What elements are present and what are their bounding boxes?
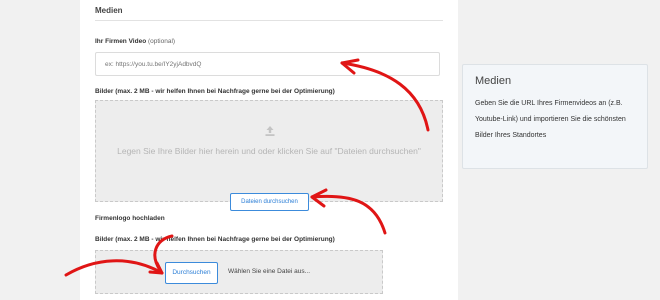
logo-upload-label: Firmenlogo hochladen bbox=[95, 215, 165, 222]
images-field-label: Bilder (max. 2 MB - wir helfen Ihnen bei… bbox=[95, 88, 335, 95]
media-form-panel: Medien Ihr Firmen Video (optional) Bilde… bbox=[80, 0, 458, 300]
video-optional-text: (optional) bbox=[147, 38, 176, 45]
browse-button[interactable]: Durchsuchen bbox=[165, 262, 218, 284]
upload-icon bbox=[265, 126, 275, 136]
media-info-card: Medien Geben Sie die URL Ihres Firmenvid… bbox=[462, 64, 648, 169]
video-label-text: Ihr Firmen Video bbox=[95, 38, 147, 45]
file-status-text: Wählen Sie eine Datei aus... bbox=[228, 268, 311, 275]
browse-files-button[interactable]: Dateien durchsuchen bbox=[230, 193, 309, 211]
image-dropzone[interactable]: Legen Sie Ihre Bilder hier herein und od… bbox=[95, 100, 443, 202]
info-card-description: Geben Sie die URL Ihres Firmenvideos an … bbox=[475, 100, 626, 139]
video-url-input[interactable] bbox=[95, 52, 440, 76]
section-divider bbox=[95, 20, 443, 21]
info-card-title: Medien bbox=[475, 75, 512, 87]
section-title: Medien bbox=[95, 6, 123, 15]
dropzone-text: Legen Sie Ihre Bilder hier herein und od… bbox=[117, 146, 421, 156]
video-field-label: Ihr Firmen Video (optional) bbox=[95, 38, 175, 45]
logo-images-label: Bilder (max. 2 MB - wir helfen Ihnen bei… bbox=[95, 236, 335, 243]
